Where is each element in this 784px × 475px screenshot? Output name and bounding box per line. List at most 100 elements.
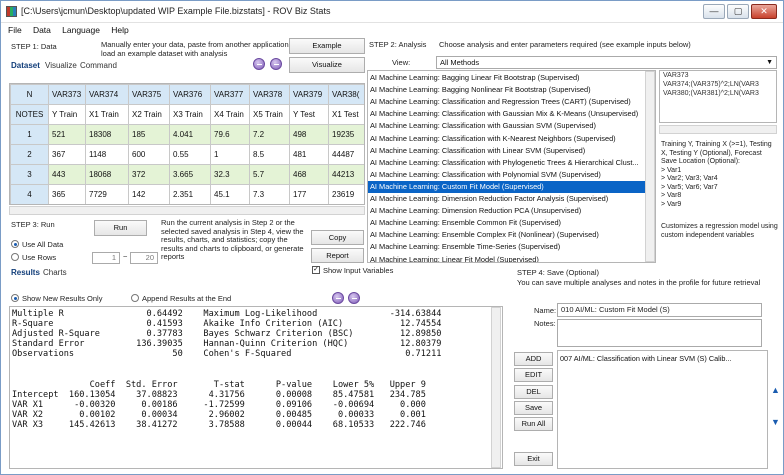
grid-cell[interactable]: VAR377 — [210, 84, 250, 105]
grid-cell[interactable]: 3.665 — [169, 164, 211, 185]
show-input-variables-checkbox[interactable]: ✓ — [312, 266, 320, 274]
add-button[interactable]: ADD — [514, 352, 553, 366]
exit-button[interactable]: Exit — [514, 452, 553, 466]
show-new-results-radio[interactable] — [11, 294, 19, 302]
method-item[interactable]: AI Machine Learning: Ensemble Common Fit… — [368, 217, 646, 229]
menu-help[interactable]: Help — [111, 23, 128, 37]
grid-cell[interactable]: 2.351 — [169, 184, 211, 204]
grid-cell[interactable]: VAR379 — [289, 84, 329, 105]
tab-results[interactable]: Results — [11, 268, 40, 277]
move-up-icon[interactable]: ▲ — [771, 385, 780, 395]
results-zoom-in-icon[interactable] — [348, 292, 360, 304]
delete-button[interactable]: DEL — [514, 385, 553, 399]
grid-cell[interactable]: 185 — [128, 124, 170, 145]
minimize-button[interactable]: — — [703, 4, 725, 19]
append-results-radio[interactable] — [131, 294, 139, 302]
grid-cell[interactable]: 190.8 — [211, 205, 250, 206]
grid-cell[interactable]: 45.1 — [210, 184, 250, 204]
grid-cell[interactable]: VAR38( — [328, 84, 364, 105]
grid-cell[interactable]: 372 — [128, 164, 170, 185]
run-button[interactable]: Run — [94, 220, 147, 236]
use-rows-radio[interactable] — [11, 253, 19, 261]
grid-cell[interactable]: 29.76 — [170, 205, 211, 206]
method-item[interactable]: AI Machine Learning: Bagging Nonlinear F… — [368, 84, 646, 96]
grid-cell[interactable]: 100484 — [86, 205, 129, 206]
grid-cell[interactable]: 142 — [128, 184, 170, 204]
tab-command[interactable]: Command — [80, 61, 117, 70]
example-button[interactable]: Example — [289, 38, 365, 54]
grid-cell[interactable]: 468 — [289, 164, 329, 185]
grid-cell[interactable]: 4.041 — [169, 124, 211, 145]
grid-cell[interactable]: X5 Train — [249, 104, 290, 125]
grid-cell[interactable]: 481 — [289, 144, 329, 165]
results-panel[interactable]: Multiple R 0.64492 Maximum Log-Likelihoo… — [9, 306, 503, 469]
edit-button[interactable]: EDIT — [514, 368, 553, 382]
grid-cell[interactable]: 1 — [210, 144, 250, 165]
grid-horizontal-scrollbar[interactable] — [9, 206, 365, 215]
menu-file[interactable]: File — [8, 23, 22, 37]
method-item[interactable]: AI Machine Learning: Classification with… — [368, 157, 646, 169]
grid-cell[interactable]: 7.5 — [250, 205, 290, 206]
data-grid[interactable]: N VAR373 VAR374 VAR375 VAR376 VAR377 VAR378 VAR… — [9, 83, 365, 205]
saved-analysis-item[interactable]: 007 AI/ML: Classification with Linear SV… — [558, 352, 767, 365]
grid-cell[interactable]: 7.3 — [249, 184, 290, 204]
methods-vertical-scrollbar[interactable] — [645, 71, 655, 262]
method-item[interactable]: AI Machine Learning: Custom Fit Model (S… — [368, 180, 646, 193]
grid-cell[interactable]: 7.2 — [249, 124, 290, 145]
method-item[interactable]: AI Machine Learning: Linear Fit Model (S… — [368, 254, 646, 263]
grid-cell[interactable]: X1 Train — [85, 104, 129, 125]
grid-cell[interactable]: 9106 — [329, 205, 366, 206]
close-button[interactable]: ✕ — [751, 4, 777, 19]
grid-cell[interactable]: X3 Train — [169, 104, 211, 125]
grid-cell[interactable]: 443 — [48, 164, 86, 185]
grid-cell[interactable]: 177 — [289, 184, 329, 204]
tab-dataset[interactable]: Dataset — [11, 61, 40, 70]
method-item[interactable]: AI Machine Learning: Dimension Reduction… — [368, 205, 646, 217]
grid-cell[interactable]: 0.55 — [169, 144, 211, 165]
grid-cell[interactable]: 498 — [289, 124, 329, 145]
name-field[interactable]: 010 AI/ML: Custom Fit Model (S) — [557, 303, 762, 317]
method-item[interactable]: AI Machine Learning: Classification with… — [368, 120, 646, 132]
grid-row-header[interactable]: NOTES — [10, 104, 49, 125]
grid-cell[interactable]: 198 — [290, 205, 329, 206]
method-item[interactable]: AI Machine Learning: Bagging Linear Fit … — [368, 72, 646, 84]
grid-cell[interactable]: X2 Train — [128, 104, 170, 125]
method-item[interactable]: AI Machine Learning: Classification with… — [368, 145, 646, 157]
report-button[interactable]: Report — [311, 248, 364, 263]
run-all-button[interactable]: Run All — [514, 417, 553, 431]
move-down-icon[interactable]: ▼ — [771, 417, 780, 427]
notes-field[interactable] — [557, 319, 762, 347]
method-item[interactable]: AI Machine Learning: Ensemble Time-Serie… — [368, 241, 646, 253]
grid-cell[interactable]: 365 — [48, 184, 86, 204]
menu-language[interactable]: Language — [62, 23, 100, 37]
input-parameters-box[interactable]: VAR373 VAR374;(VAR375)^2;LN(VAR3 VAR380;… — [659, 70, 777, 123]
grid-cell[interactable]: 18068 — [85, 164, 129, 185]
method-item[interactable]: AI Machine Learning: Ensemble Complex Fi… — [368, 229, 646, 241]
grid-cell[interactable]: 18308 — [85, 124, 129, 145]
grid-cell[interactable]: 521 — [48, 124, 86, 145]
grid-cell[interactable]: 44213 — [328, 164, 364, 185]
method-item[interactable]: AI Machine Learning: Classification with… — [368, 169, 646, 181]
grid-cell[interactable]: X4 Train — [210, 104, 250, 125]
grid-cell[interactable]: 367 — [48, 144, 86, 165]
grid-cell[interactable]: Y Train — [48, 104, 86, 125]
view-select[interactable]: All Methods ▼ — [436, 56, 777, 69]
tab-charts[interactable]: Charts — [43, 268, 67, 277]
grid-cell[interactable]: VAR378 — [249, 84, 290, 105]
grid-cell[interactable]: 32.3 — [210, 164, 250, 185]
use-all-data-radio[interactable] — [11, 240, 19, 248]
saved-analyses-list[interactable]: 007 AI/ML: Classification with Linear SV… — [557, 350, 768, 469]
results-zoom-out-icon[interactable] — [332, 292, 344, 304]
grid-cell[interactable]: 23619 — [328, 184, 364, 204]
save-button[interactable]: Save — [514, 401, 553, 415]
method-item[interactable]: AI Machine Learning: Dimension Reduction… — [368, 193, 646, 205]
grid-cell[interactable]: VAR373 — [48, 84, 86, 105]
grid-cell[interactable]: VAR376 — [169, 84, 211, 105]
method-item[interactable]: AI Machine Learning: Classification and … — [368, 96, 646, 108]
grid-cell[interactable]: 614 — [49, 205, 86, 206]
zoom-out-icon[interactable] — [253, 58, 265, 70]
grid-cell[interactable]: 432 — [129, 205, 170, 206]
grid-cell[interactable]: 19235 — [328, 124, 364, 145]
grid-row-header[interactable]: 1 — [10, 124, 49, 145]
results-vertical-scrollbar[interactable] — [491, 307, 501, 468]
